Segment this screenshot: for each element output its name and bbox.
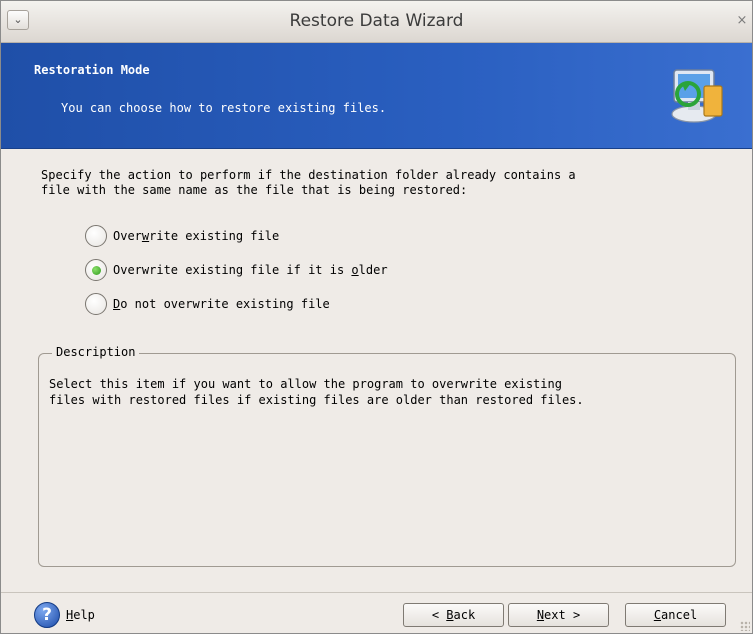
- banner-subtitle: You can choose how to restore existing f…: [61, 101, 387, 115]
- radio-button[interactable]: [85, 293, 107, 315]
- cancel-button[interactable]: Cancel: [625, 603, 726, 627]
- description-group: Description Select this item if you want…: [38, 345, 736, 567]
- next-button[interactable]: Next >: [508, 603, 609, 627]
- description-text: Select this item if you want to allow th…: [49, 377, 584, 407]
- restore-data-wizard-window: ⌄ Restore Data Wizard × Restoration Mode…: [0, 0, 753, 634]
- restore-computer-icon: [671, 69, 723, 123]
- banner-title: Restoration Mode: [34, 63, 150, 77]
- radio-button[interactable]: [85, 225, 107, 247]
- window-title: Restore Data Wizard: [289, 11, 464, 31]
- resize-grip[interactable]: [740, 621, 750, 631]
- footer-divider: [1, 592, 752, 593]
- radio-do-not-overwrite-label: Do not overwrite existing file: [113, 297, 330, 311]
- radio-button-selected[interactable]: [85, 259, 107, 281]
- description-legend: Description: [52, 345, 140, 359]
- help-icon[interactable]: ?: [34, 602, 60, 628]
- radio-overwrite[interactable]: Overwrite existing file: [85, 224, 279, 248]
- radio-overwrite-if-older[interactable]: Overwrite existing file if it is older: [85, 258, 388, 282]
- help-button[interactable]: ? Help: [34, 601, 95, 629]
- instruction-text: Specify the action to perform if the des…: [41, 168, 576, 197]
- close-icon[interactable]: ×: [735, 14, 749, 28]
- radio-overwrite-label: Overwrite existing file: [113, 229, 280, 243]
- header-banner: Restoration Mode You can choose how to r…: [1, 43, 752, 149]
- title-bar[interactable]: ⌄ Restore Data Wizard ×: [1, 1, 752, 43]
- radio-do-not-overwrite[interactable]: Do not overwrite existing file: [85, 292, 330, 316]
- help-label: Help: [66, 608, 95, 622]
- radio-overwrite-if-older-label: Overwrite existing file if it is older: [113, 263, 388, 277]
- back-button[interactable]: < Back: [403, 603, 504, 627]
